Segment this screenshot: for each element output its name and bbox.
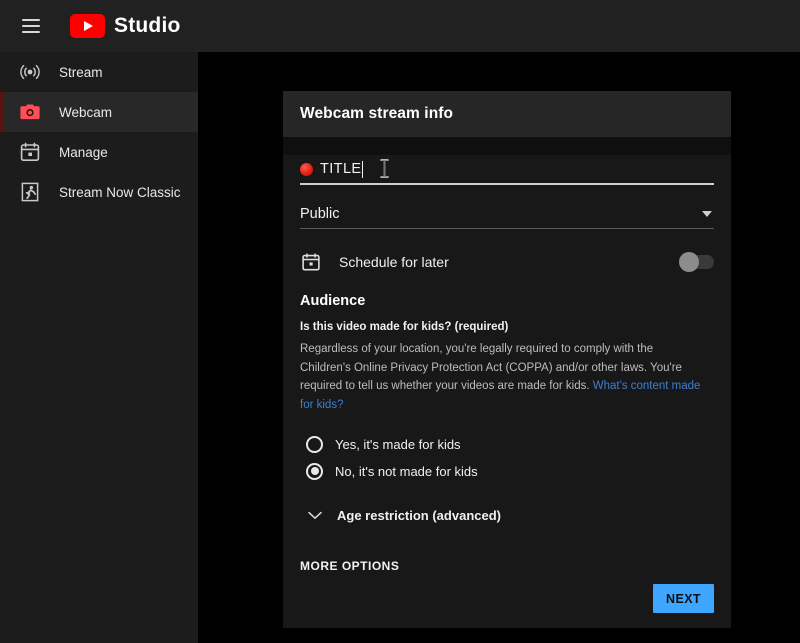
sidebar-item-manage[interactable]: Manage xyxy=(0,132,198,172)
sidebar-item-webcam[interactable]: Webcam xyxy=(0,92,198,132)
privacy-select-value: Public xyxy=(300,206,340,222)
audience-question: Is this video made for kids? (required) xyxy=(300,321,714,333)
hamburger-line xyxy=(22,25,40,27)
webcam-stream-info-panel: Webcam stream info TITLE Public xyxy=(283,91,731,610)
text-ibeam-cursor xyxy=(380,159,389,178)
studio-logo[interactable]: Studio xyxy=(70,14,181,38)
youtube-play-icon xyxy=(70,14,105,38)
sidebar-item-label: Manage xyxy=(59,145,108,160)
sidebar-item-label: Webcam xyxy=(59,105,112,120)
sidebar-item-label: Stream xyxy=(59,65,103,80)
age-restriction-row[interactable]: Age restriction (advanced) xyxy=(300,503,714,529)
radio-icon-selected xyxy=(306,463,323,480)
radio-made-for-kids-no[interactable]: No, it's not made for kids xyxy=(300,458,714,485)
calendar-icon xyxy=(300,251,322,273)
radio-label: Yes, it's made for kids xyxy=(335,437,461,452)
sidebar-item-stream-now-classic[interactable]: Stream Now Classic xyxy=(0,172,198,212)
audience-description: Regardless of your location, you're lega… xyxy=(300,340,704,415)
hamburger-line xyxy=(22,31,40,33)
chevron-down-icon xyxy=(702,211,712,217)
text-caret xyxy=(362,161,363,178)
privacy-select[interactable]: Public xyxy=(300,199,714,229)
hamburger-menu-icon[interactable] xyxy=(14,9,48,43)
sidebar-item-stream[interactable]: Stream xyxy=(0,52,198,92)
radio-icon xyxy=(306,436,323,453)
panel-title: Webcam stream info xyxy=(300,105,453,123)
title-input-value: TITLE xyxy=(320,161,361,177)
calendar-icon xyxy=(17,139,43,165)
broadcast-icon xyxy=(17,59,43,85)
schedule-toggle[interactable] xyxy=(680,255,714,269)
red-circle-emoji xyxy=(300,163,313,176)
sidebar: Stream Webcam Manage xyxy=(0,52,198,643)
running-person-icon xyxy=(17,179,43,205)
hamburger-line xyxy=(22,19,40,21)
brand-label: Studio xyxy=(114,14,181,38)
top-bar: Studio xyxy=(0,0,800,52)
toggle-knob xyxy=(679,252,699,272)
panel-body: TITLE Public xyxy=(283,155,731,628)
radio-made-for-kids-yes[interactable]: Yes, it's made for kids xyxy=(300,431,714,458)
schedule-for-later-row[interactable]: Schedule for later xyxy=(300,245,714,279)
title-input[interactable]: TITLE xyxy=(300,155,714,185)
panel-header: Webcam stream info xyxy=(283,91,731,137)
more-options-button[interactable]: MORE OPTIONS xyxy=(300,559,399,573)
schedule-label: Schedule for later xyxy=(339,254,680,270)
audience-heading: Audience xyxy=(300,293,714,309)
next-button[interactable]: NEXT xyxy=(653,584,714,613)
camera-icon xyxy=(17,99,43,125)
radio-label: No, it's not made for kids xyxy=(335,464,478,479)
sidebar-item-label: Stream Now Classic xyxy=(59,185,181,200)
chevron-down-icon xyxy=(305,506,325,526)
play-triangle xyxy=(84,21,93,31)
youtube-studio-webcam-page: Studio Stream xyxy=(0,0,800,643)
age-restriction-label: Age restriction (advanced) xyxy=(337,508,501,523)
